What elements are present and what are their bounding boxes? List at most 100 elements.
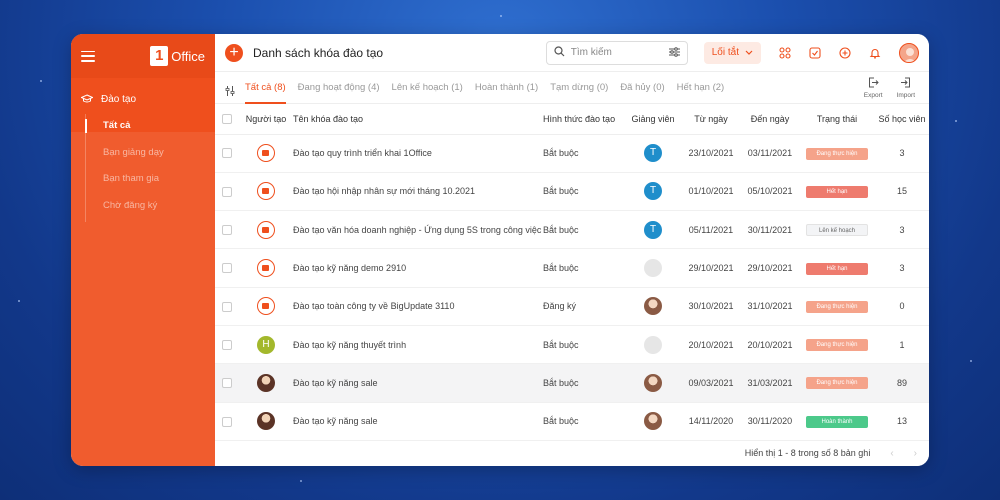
col-type[interactable]: Hình thức đào tạo	[543, 104, 625, 135]
sidebar-section-training[interactable]: Đào tạo	[71, 86, 215, 112]
shortcut-dropdown[interactable]: Lối tắt	[703, 41, 761, 64]
row-checkbox-cell	[215, 325, 239, 365]
teacher-avatar	[644, 373, 662, 392]
hamburger-menu-icon[interactable]	[81, 50, 95, 62]
select-all-checkbox[interactable]	[222, 114, 232, 125]
add-circle-icon[interactable]	[839, 46, 851, 59]
sidebar-panel: Đào tạo Tất cả Bạn giảng dạy Bạn tham gi…	[71, 78, 215, 466]
status-badge: Lên kế hoạch	[806, 223, 868, 236]
course-type: Bắt buộc	[543, 402, 625, 441]
topbar: + Danh sách khóa đào tạo Lối tắt	[215, 34, 929, 72]
course-type: Bắt buộc	[543, 248, 625, 288]
sidebar-item-teaching[interactable]: Bạn giảng dạy	[86, 143, 215, 170]
col-to[interactable]: Đến ngày	[741, 104, 799, 135]
to-date: 03/11/2021	[741, 134, 799, 173]
course-name[interactable]: Đào tạo kỹ năng demo 2910	[293, 248, 543, 288]
row-checkbox[interactable]	[222, 339, 232, 350]
row-checkbox-cell	[215, 248, 239, 288]
prev-page-icon[interactable]: ‹	[890, 448, 893, 459]
course-name[interactable]: Đào tạo kỹ năng sale	[293, 402, 543, 441]
table-row[interactable]: Đào tạo quy trình triển khai 1Office Bắt …	[215, 134, 929, 173]
status-badge: Đang thực hiện	[806, 300, 868, 313]
user-avatar[interactable]	[899, 42, 919, 63]
col-teacher[interactable]: Giảng viên	[625, 104, 681, 135]
table-row[interactable]: Đào tạo hội nhập nhân sự mới tháng 10.20…	[215, 172, 929, 212]
filter-adjust-icon[interactable]	[225, 83, 235, 96]
teacher-cell	[625, 363, 681, 403]
to-date: 31/10/2021	[741, 287, 799, 326]
import-button[interactable]: Import	[897, 77, 915, 99]
creator-avatar	[257, 373, 275, 392]
search-box[interactable]	[545, 40, 688, 65]
teacher-cell	[625, 248, 681, 288]
teacher-cell	[625, 402, 681, 441]
row-checkbox[interactable]	[222, 378, 232, 389]
row-checkbox[interactable]	[222, 263, 232, 274]
row-checkbox[interactable]	[222, 301, 232, 312]
status-badge: Đang thực hiện	[806, 147, 868, 160]
status-badge: Hoàn thành	[806, 415, 868, 428]
to-date: 29/10/2021	[741, 248, 799, 288]
creator-cell: H	[239, 325, 293, 365]
to-date: 31/03/2021	[741, 363, 799, 403]
export-label: Export	[863, 91, 883, 99]
tab-planned[interactable]: Lên kế hoạch (1)	[392, 72, 463, 104]
app-logo[interactable]: 1 Office	[150, 46, 205, 66]
col-from[interactable]: Từ ngày	[681, 104, 741, 135]
next-page-icon[interactable]: ›	[914, 448, 917, 459]
grid-icon[interactable]	[779, 46, 791, 59]
sidebar-item-pending[interactable]: Chờ đăng ký	[86, 196, 215, 223]
col-name[interactable]: Tên khóa đào tạo	[293, 104, 543, 135]
col-status[interactable]: Trạng thái	[799, 104, 875, 135]
course-name[interactable]: Đào tạo kỹ năng sale	[293, 363, 543, 403]
row-checkbox[interactable]	[222, 416, 232, 427]
course-name[interactable]: Đào tạo hội nhập nhân sự mới tháng 10.20…	[293, 172, 543, 212]
table-row[interactable]: Đào tạo kỹ năng sale Bắt buộc 09/03/2021 31…	[215, 363, 929, 403]
logo-mark: 1	[150, 46, 169, 66]
from-date: 14/11/2020	[681, 402, 741, 441]
table-header-row: Người tạo Tên khóa đào tạo Hình thức đào…	[215, 104, 929, 135]
tab-all[interactable]: Tất cả (8)	[245, 72, 286, 104]
add-course-button[interactable]: +	[225, 43, 243, 62]
course-name[interactable]: Đào tạo văn hóa doanh nghiệp - Ứng dụng …	[293, 210, 543, 250]
row-checkbox-cell	[215, 402, 239, 441]
row-checkbox[interactable]	[222, 186, 232, 197]
table-row[interactable]: Đào tạo kỹ năng sale Bắt buộc 14/11/2020 30…	[215, 402, 929, 441]
table-row[interactable]: Đào tạo toàn công ty về BigUpdate 3110 Đă…	[215, 287, 929, 326]
course-name[interactable]: Đào tạo quy trình triển khai 1Office	[293, 134, 543, 173]
creator-avatar: H	[257, 335, 275, 354]
search-input[interactable]	[570, 47, 663, 58]
tab-expired[interactable]: Hết hạn (2)	[677, 72, 725, 104]
course-name[interactable]: Đào tạo kỹ năng thuyết trình	[293, 325, 543, 365]
tab-paused[interactable]: Tạm dừng (0)	[550, 72, 608, 104]
row-checkbox[interactable]	[222, 148, 232, 159]
from-date: 05/11/2021	[681, 210, 741, 250]
course-type: Bắt buộc	[543, 210, 625, 250]
course-name[interactable]: Đào tạo toàn công ty về BigUpdate 3110	[293, 287, 543, 326]
table-row[interactable]: Đào tạo văn hóa doanh nghiệp - Ứng dụng …	[215, 210, 929, 250]
search-icon	[554, 44, 565, 62]
col-students[interactable]: Số học viên	[875, 104, 929, 135]
from-date: 30/10/2021	[681, 287, 741, 326]
tab-cancelled[interactable]: Đã hủy (0)	[620, 72, 664, 104]
check-square-icon[interactable]	[809, 46, 821, 59]
col-creator[interactable]: Người tạo	[239, 104, 293, 135]
row-checkbox-cell	[215, 172, 239, 212]
row-checkbox-cell	[215, 134, 239, 173]
filter-settings-icon[interactable]	[668, 44, 680, 62]
row-checkbox[interactable]	[222, 225, 232, 236]
tab-active[interactable]: Đang hoạt động (4)	[298, 72, 380, 104]
course-type: Bắt buộc	[543, 172, 625, 212]
status-cell: Lên kế hoạch	[799, 210, 875, 250]
table-row[interactable]: H Đào tạo kỹ năng thuyết trình Bắt buộc 20/…	[215, 325, 929, 365]
sidebar-item-joined[interactable]: Bạn tham gia	[86, 169, 215, 196]
creator-avatar	[257, 144, 275, 163]
creator-avatar	[257, 412, 275, 431]
teacher-avatar	[644, 335, 662, 354]
export-button[interactable]: Export	[864, 77, 883, 99]
bell-icon[interactable]	[869, 47, 881, 59]
student-count: 3	[875, 248, 929, 288]
tab-completed[interactable]: Hoàn thành (1)	[475, 72, 538, 104]
table-row[interactable]: Đào tạo kỹ năng demo 2910 Bắt buộc 29/10/2…	[215, 248, 929, 288]
sidebar-item-all[interactable]: Tất cả	[84, 116, 215, 143]
